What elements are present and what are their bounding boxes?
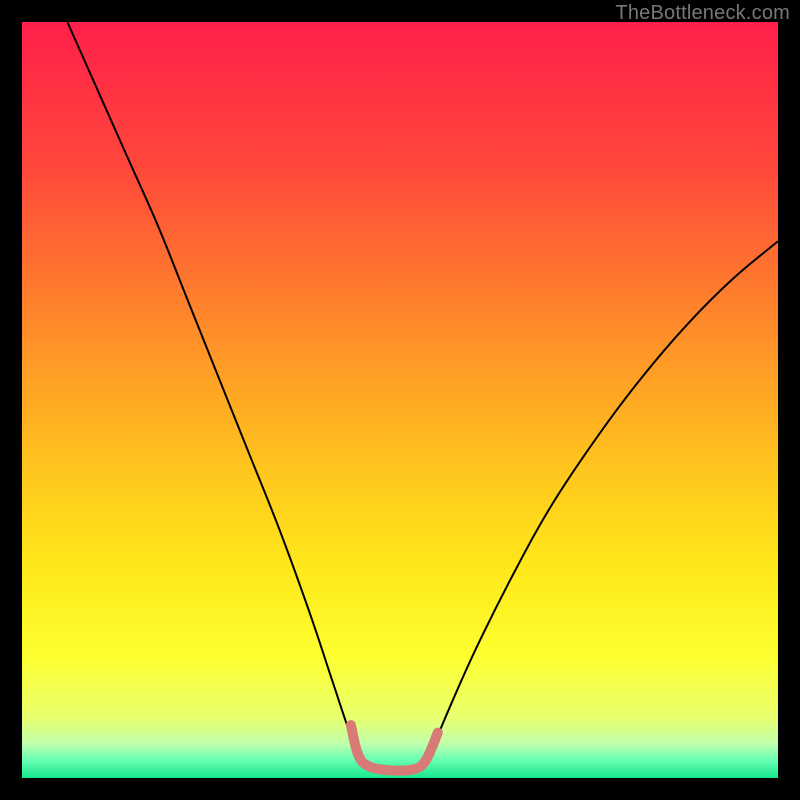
bottleneck-chart	[22, 22, 778, 778]
chart-frame: TheBottleneck.com	[0, 0, 800, 800]
gradient-background	[22, 22, 778, 778]
